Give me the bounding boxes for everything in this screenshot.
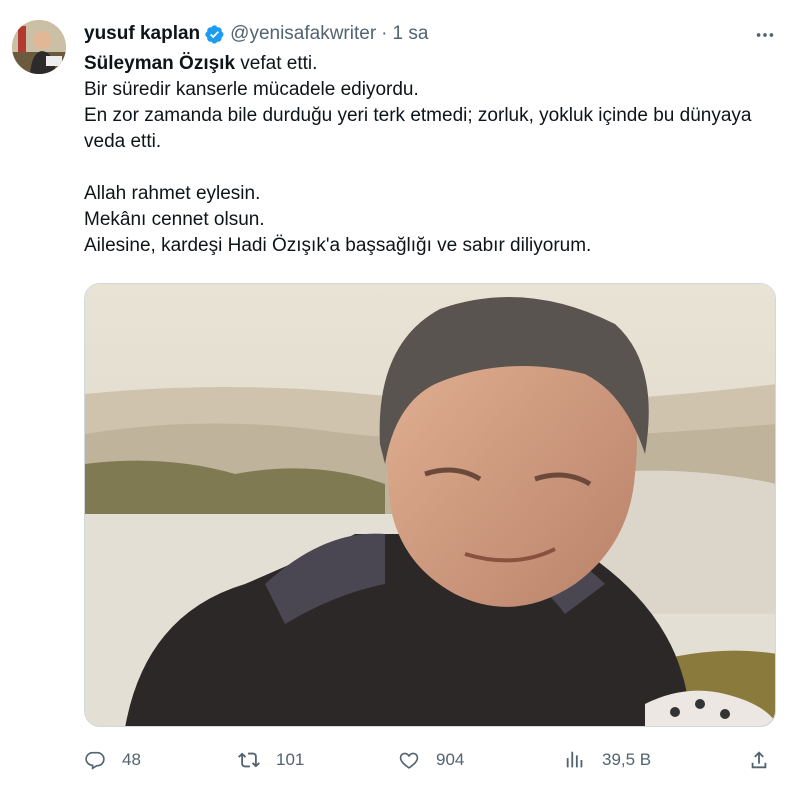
separator: · xyxy=(381,23,388,44)
reply-icon xyxy=(84,749,106,771)
verified-badge-icon xyxy=(200,24,230,45)
reply-button[interactable]: 48 xyxy=(84,740,141,780)
tweet-text: Süleyman Özışık vefat etti. Bir süredir … xyxy=(84,51,764,259)
text-line: Allah rahmet eylesin. xyxy=(84,183,261,204)
text-line: Ailesine, kardeşi Hadi Özışık'a başsağlı… xyxy=(84,235,592,256)
text-line: Bir süredir kanserle mücadele ediyordu. xyxy=(84,79,419,100)
author-name[interactable]: yusuf kaplan xyxy=(84,23,200,45)
text-line: Mekânı cennet olsun. xyxy=(84,209,265,230)
more-icon[interactable] xyxy=(752,22,778,48)
views-icon xyxy=(564,749,586,771)
text-line: En zor zamanda bile durduğu yeri terk et… xyxy=(84,105,752,152)
share-button[interactable] xyxy=(748,740,770,780)
repost-count: 101 xyxy=(276,750,305,769)
tweet-header: yusuf kaplan @yenisafakwriter · 1 sa xyxy=(84,20,428,48)
author-handle[interactable]: @yenisafakwriter xyxy=(230,23,376,45)
mention-name: Süleyman Özışık xyxy=(84,53,236,74)
reply-count: 48 xyxy=(122,750,141,769)
views-count: 39,5 B xyxy=(602,750,652,769)
timestamp[interactable]: 1 sa xyxy=(392,23,428,45)
views-button[interactable]: 39,5 B xyxy=(564,740,651,780)
tweet-photo[interactable] xyxy=(84,283,776,727)
like-button[interactable]: 904 xyxy=(398,740,464,780)
repost-icon xyxy=(238,749,260,771)
first-line: Süleyman Özışık vefat etti. xyxy=(84,51,764,77)
tweet[interactable]: yusuf kaplan @yenisafakwriter · 1 sa Sül… xyxy=(0,0,799,795)
avatar[interactable] xyxy=(12,20,66,74)
like-icon xyxy=(398,749,420,771)
share-icon xyxy=(748,749,770,771)
like-count: 904 xyxy=(436,750,465,769)
repost-button[interactable]: 101 xyxy=(238,740,304,780)
tweet-actions: 48 101 904 39,5 B xyxy=(0,740,799,780)
first-line-rest: vefat etti. xyxy=(235,53,318,74)
